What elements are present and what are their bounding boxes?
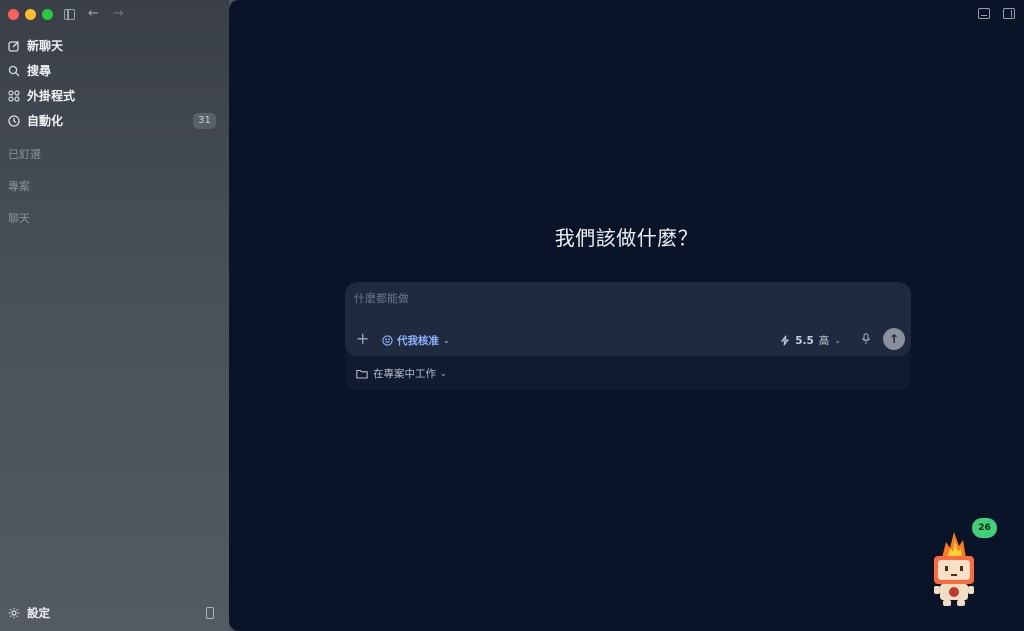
window-controls xyxy=(8,9,53,20)
model-selector-dropdown[interactable]: 5.5 高 ⌄ xyxy=(780,333,841,348)
sidebar-item-label: 外掛程式 xyxy=(27,89,76,103)
section-projects[interactable]: 專案 xyxy=(8,178,30,194)
sidebar-item-label: 自動化 xyxy=(27,114,64,128)
zoom-window-button[interactable] xyxy=(42,9,53,20)
back-arrow-icon[interactable]: ← xyxy=(88,7,99,21)
settings-button[interactable]: 設定 xyxy=(8,605,50,621)
side-panel-icon[interactable] xyxy=(1003,8,1015,19)
sidebar-item-label: 搜尋 xyxy=(27,64,52,78)
page-title: 我們該做什麼？ xyxy=(554,226,699,250)
prompt-input[interactable] xyxy=(354,292,894,305)
composer: + 代我核准 ⌄ 5.5 高 ⌄ xyxy=(345,282,911,356)
sidebar-item-label: 新聊天 xyxy=(27,39,64,53)
settings-label: 設定 xyxy=(27,606,50,620)
section-pinned[interactable]: 已釘選 xyxy=(8,146,41,162)
lightning-icon xyxy=(781,335,790,346)
chevron-down-icon: ⌄ xyxy=(834,336,841,345)
minimize-window-button[interactable] xyxy=(25,9,36,20)
automation-count-badge: 31 xyxy=(193,113,216,129)
composer-container: + 代我核准 ⌄ 5.5 高 ⌄ xyxy=(345,282,911,390)
sidebar-item-automation[interactable]: 自動化 31 xyxy=(0,108,229,133)
sidebar-item-search[interactable]: 搜尋 xyxy=(0,58,229,83)
main-panel: 我們該做什麼？ + 代我核准 ⌄ 5.5 高 ⌄ xyxy=(229,0,1024,631)
sidebar-item-new-chat[interactable]: 新聊天 xyxy=(0,33,229,58)
phone-icon[interactable] xyxy=(206,607,214,619)
microphone-icon[interactable] xyxy=(861,333,871,345)
folder-icon xyxy=(356,369,368,379)
compose-icon xyxy=(8,40,19,52)
project-work-dropdown[interactable]: 在專案中工作 ⌄ xyxy=(356,366,447,381)
project-work-label: 在專案中工作 xyxy=(373,368,436,380)
gear-icon xyxy=(8,607,20,619)
add-attachment-icon[interactable]: + xyxy=(356,331,369,347)
model-version: 5.5 xyxy=(795,334,814,347)
plugins-icon xyxy=(8,89,20,102)
close-window-button[interactable] xyxy=(8,9,19,20)
forward-arrow-icon[interactable]: → xyxy=(113,7,124,21)
arrow-up-icon: ↑ xyxy=(888,332,900,346)
terminal-panel-icon[interactable] xyxy=(978,8,990,19)
send-button[interactable]: ↑ xyxy=(883,328,905,350)
approval-mode-label: 代我核准 xyxy=(397,335,439,347)
section-chats[interactable]: 聊天 xyxy=(8,210,30,226)
sidebar-item-plugins[interactable]: 外掛程式 xyxy=(0,83,229,108)
sidebar: ← → 新聊天 搜尋 外掛程式 自動化 31 已釘選 專案 聊天 設定 xyxy=(0,0,229,631)
mascot-character[interactable] xyxy=(928,528,980,610)
approval-mode-dropdown[interactable]: 代我核准 ⌄ xyxy=(382,333,450,348)
chevron-down-icon: ⌄ xyxy=(440,369,447,378)
effort-level: 高 xyxy=(818,335,830,347)
mascot-notification-badge[interactable]: 26 xyxy=(972,518,997,538)
search-icon xyxy=(8,65,20,76)
chevron-down-icon: ⌄ xyxy=(443,336,450,345)
sidebar-toggle-icon[interactable] xyxy=(64,9,75,20)
clock-icon xyxy=(8,114,20,127)
smiley-shield-icon xyxy=(382,335,393,346)
sidebar-nav: 新聊天 搜尋 外掛程式 自動化 31 xyxy=(0,33,229,133)
